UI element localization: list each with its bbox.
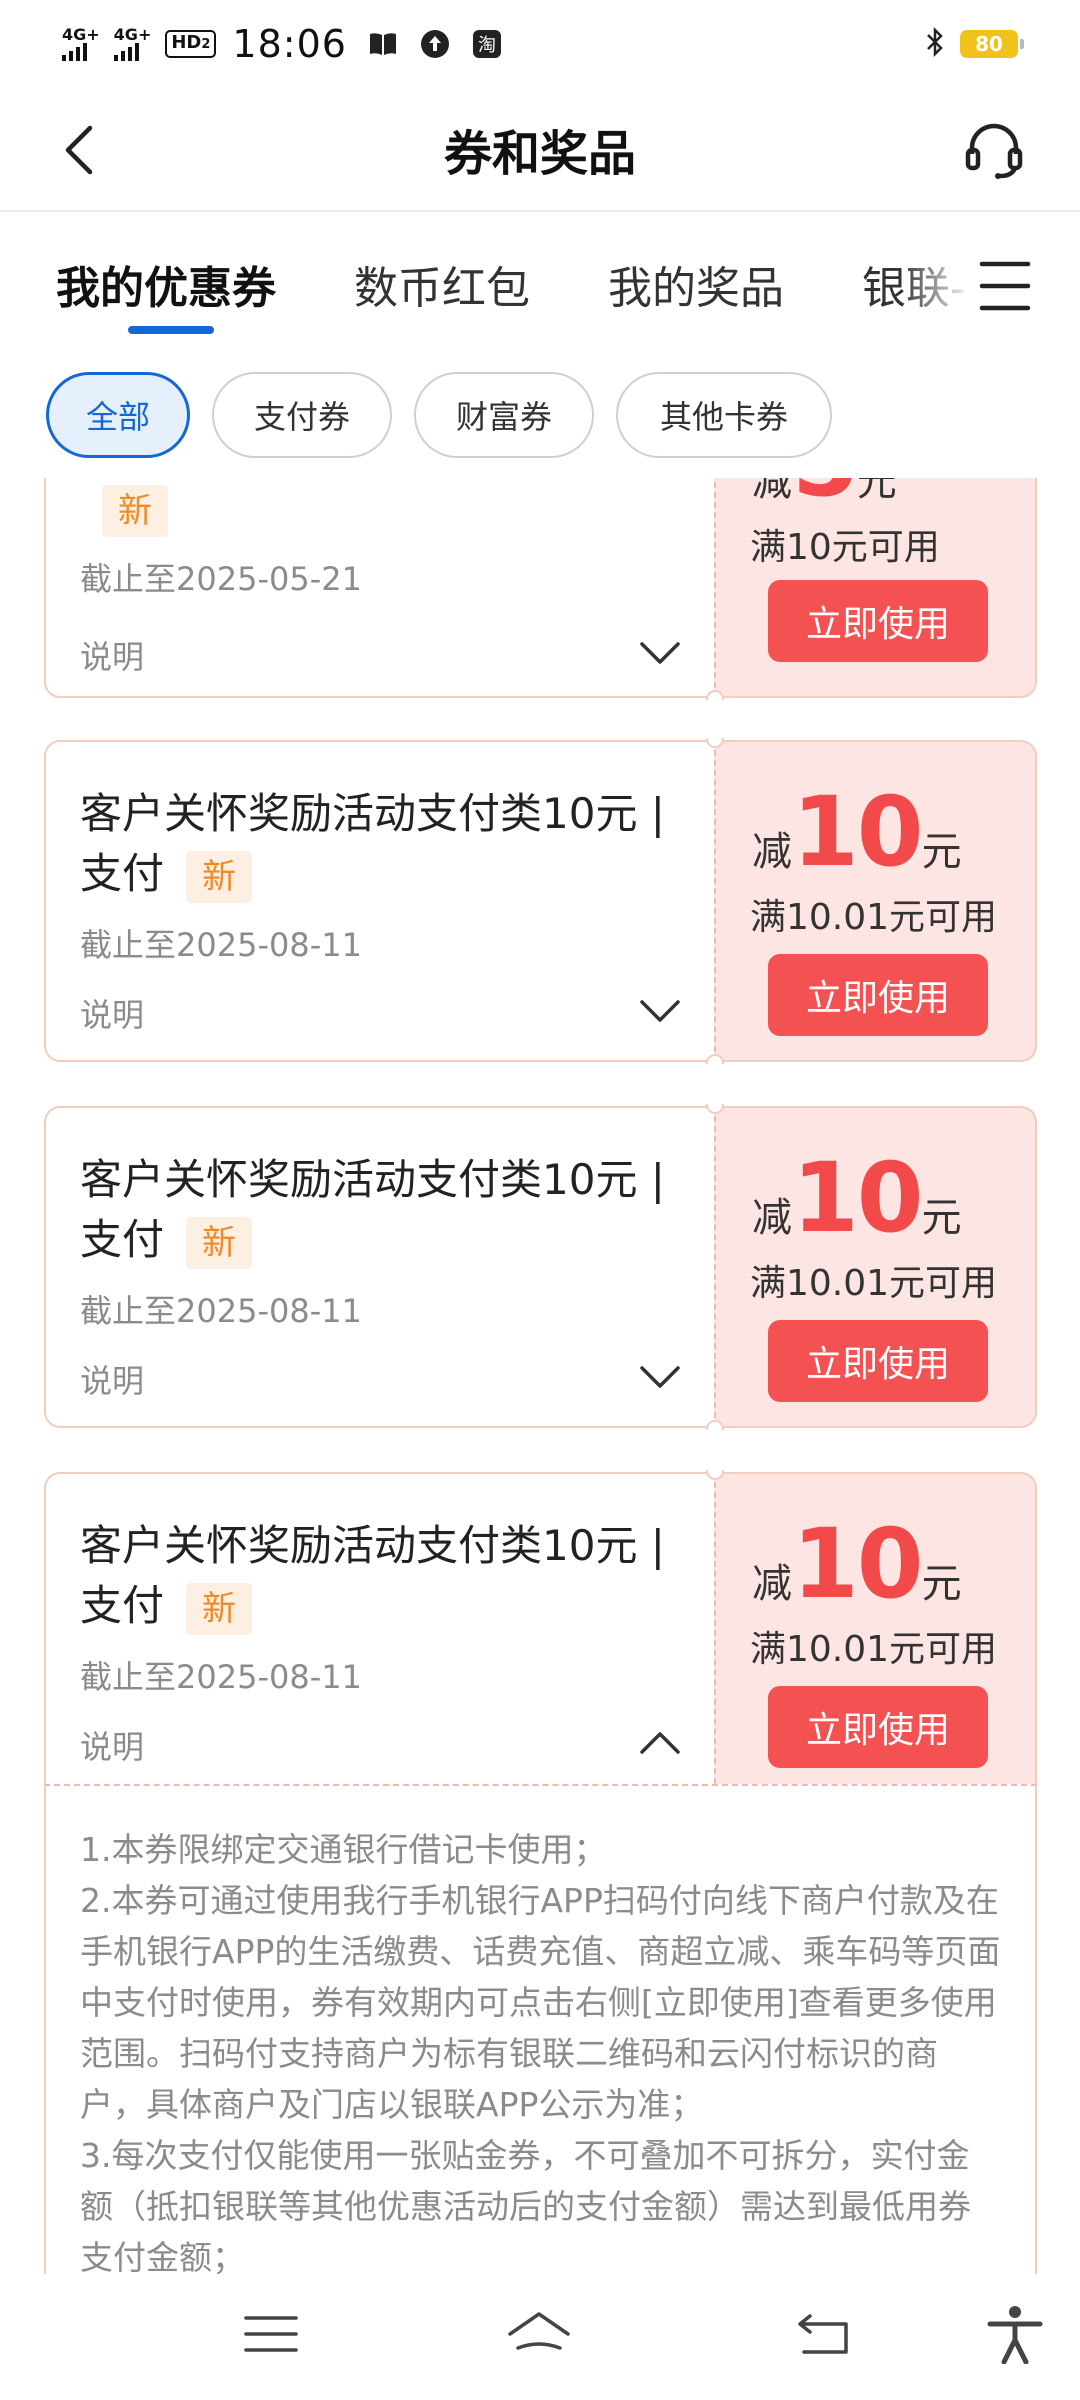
coupon-title: 客户关怀奖励活动支付类10元 | 支付 — [80, 1521, 665, 1630]
details-paragraph: 3.每次支付仅能使用一张贴金券，不可叠加不可拆分，实付金额（抵扣银联等其他优惠活… — [80, 2136, 971, 2274]
menu-icon[interactable] — [236, 2304, 306, 2364]
details-paragraph: 2.本券可通过使用我行手机银行APP扫码付向线下商户付款及在手机银行APP的生活… — [80, 1881, 1001, 2124]
coupon-expiry: 截止至2025-08-11 — [80, 926, 362, 964]
signal-2: 4G+ — [113, 27, 151, 61]
active-tab-indicator — [128, 326, 214, 334]
filter-payment[interactable]: 支付券 — [212, 372, 392, 458]
coupon-card: 客户关怀奖励活动支付类10元 | 支付新 截止至2025-08-11 说明 减1… — [44, 1104, 1037, 1430]
use-now-button[interactable]: 立即使用 — [768, 1686, 988, 1768]
customer-service-button[interactable] — [962, 118, 1026, 182]
coupon-desc-toggle[interactable]: 说明 — [80, 632, 144, 678]
chevron-up-icon[interactable] — [638, 1728, 682, 1758]
filter-other-cards[interactable]: 其他卡券 — [616, 372, 832, 458]
filter-chips: 全部 支付券 财富券 其他卡券 — [0, 372, 1080, 462]
tab-my-prizes[interactable]: 我的奖品 — [608, 252, 784, 316]
coupon-desc-toggle[interactable]: 说明 — [80, 990, 144, 1036]
system-nav-bar — [0, 2274, 1080, 2400]
chevron-down-icon[interactable] — [638, 1362, 682, 1392]
chevron-left-icon — [65, 125, 93, 175]
coupon-min-spend: 满10.01元可用 — [750, 1629, 998, 1670]
headset-icon — [965, 123, 1023, 179]
back-icon[interactable] — [790, 2304, 860, 2364]
upload-icon — [419, 28, 451, 60]
coupon-desc-toggle[interactable]: 说明 — [80, 1356, 144, 1402]
filter-all[interactable]: 全部 — [46, 372, 190, 458]
signal-bars-icon — [62, 43, 87, 61]
bluetooth-icon — [924, 26, 946, 62]
coupon-min-spend: 满10元可用 — [750, 527, 940, 568]
signal-bars-icon — [113, 43, 139, 61]
use-now-button[interactable]: 立即使用 — [768, 954, 988, 1036]
battery-indicator: 80 — [960, 30, 1024, 58]
chevron-down-icon[interactable] — [638, 638, 682, 668]
coupon-amount: 减10元 — [752, 1142, 962, 1254]
coupon-min-spend: 满10.01元可用 — [750, 1263, 998, 1304]
coupon-desc-toggle[interactable]: 说明 — [80, 1722, 144, 1768]
details-paragraph: 1.本券限绑定交通银行借记卡使用； — [80, 1830, 607, 1869]
coupon-amount: 减10元 — [752, 776, 962, 888]
coupon-list: 新 截止至2025-05-21 说明 减5元 满10元可用 立即使用 客户关怀奖… — [0, 478, 1080, 2274]
page-title: 券和奖品 — [443, 126, 636, 182]
coupon-amount: 减10元 — [752, 1508, 962, 1620]
tab-bar: 我的优惠券 数币红包 我的奖品 银联- — [0, 212, 1080, 342]
book-icon — [367, 28, 399, 60]
svg-text:淘: 淘 — [478, 35, 496, 56]
use-now-button[interactable]: 立即使用 — [768, 1320, 988, 1402]
new-badge: 新 — [186, 1582, 253, 1635]
status-bar: 4G+ 4G+ HD2 18:06 淘 80 — [0, 0, 1080, 88]
coupon-title: 客户关怀奖励活动支付类10元 | 支付 — [80, 789, 665, 898]
new-badge: 新 — [102, 484, 168, 537]
coupon-amount: 减5元 — [752, 478, 897, 518]
tab-my-coupons[interactable]: 我的优惠券 — [56, 252, 276, 316]
tab-digital-red-packets[interactable]: 数币红包 — [354, 252, 530, 316]
home-icon[interactable] — [504, 2304, 574, 2364]
signal-1: 4G+ — [62, 27, 100, 61]
filter-wealth[interactable]: 财富券 — [414, 372, 594, 458]
back-button[interactable] — [54, 122, 110, 178]
new-badge: 新 — [186, 1216, 253, 1269]
page-header: 券和奖品 — [0, 88, 1080, 212]
coupon-title: 客户关怀奖励活动支付类10元 | 支付 — [80, 1155, 665, 1264]
coupon-min-spend: 满10.01元可用 — [750, 897, 998, 938]
coupon-details: 1.本券限绑定交通银行借记卡使用； 2.本券可通过使用我行手机银行APP扫码付向… — [44, 1784, 1037, 2274]
coupon-card: 客户关怀奖励活动支付类10元 | 支付新 截止至2025-08-11 说明 减1… — [44, 738, 1037, 1064]
chevron-down-icon[interactable] — [638, 996, 682, 1026]
coupon-card-expanded: 客户关怀奖励活动支付类10元 | 支付新 截止至2025-08-11 说明 减1… — [44, 1470, 1037, 1784]
hd-badge: HD2 — [165, 30, 217, 58]
status-time: 18:06 — [232, 22, 347, 66]
hamburger-icon — [979, 261, 1031, 311]
coupon-expiry: 截止至2025-05-21 — [80, 560, 362, 598]
coupon-expiry: 截止至2025-08-11 — [80, 1292, 362, 1330]
coupon-expiry: 截止至2025-08-11 — [80, 1658, 362, 1696]
new-badge: 新 — [186, 850, 253, 903]
use-now-button[interactable]: 立即使用 — [768, 580, 988, 662]
tab-menu-button[interactable] — [978, 258, 1032, 314]
taobao-icon: 淘 — [471, 28, 503, 60]
coupon-card: 新 截止至2025-05-21 说明 减5元 满10元可用 立即使用 — [44, 478, 1037, 700]
accessibility-icon[interactable] — [980, 2304, 1050, 2364]
